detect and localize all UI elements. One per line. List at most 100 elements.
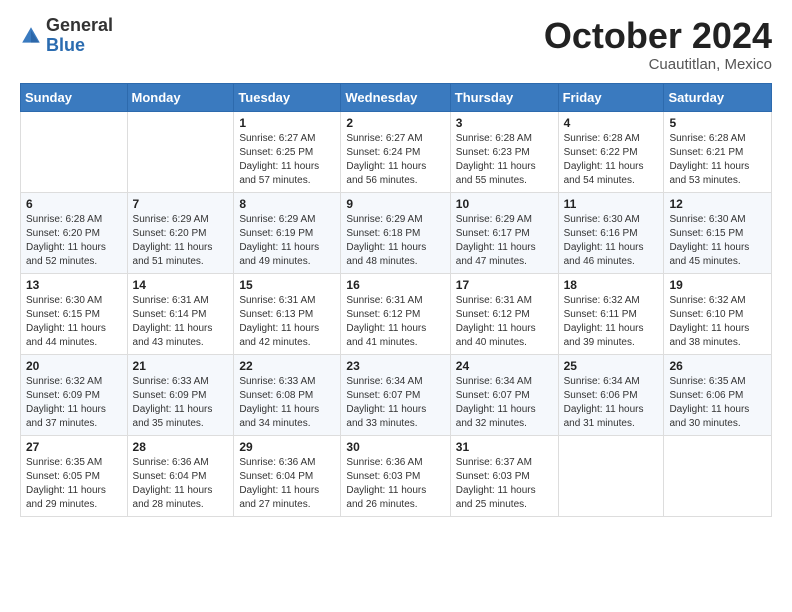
day-number: 28 [133, 440, 229, 454]
day-number: 20 [26, 359, 122, 373]
cell-info: Sunrise: 6:31 AMSunset: 6:14 PMDaylight:… [133, 295, 213, 348]
calendar-week-5: 27 Sunrise: 6:35 AMSunset: 6:05 PMDaylig… [21, 435, 772, 516]
logo-text: General Blue [46, 16, 113, 56]
day-number: 5 [669, 116, 766, 130]
header-sunday: Sunday [21, 83, 128, 111]
logo-icon [20, 25, 42, 47]
cell-info: Sunrise: 6:30 AMSunset: 6:16 PMDaylight:… [564, 214, 644, 267]
page: General Blue October 2024 Cuautitlan, Me… [0, 0, 792, 612]
calendar-cell: 31 Sunrise: 6:37 AMSunset: 6:03 PMDaylig… [450, 435, 558, 516]
logo-blue: Blue [46, 35, 85, 55]
title-month: October 2024 [544, 16, 772, 56]
calendar-week-4: 20 Sunrise: 6:32 AMSunset: 6:09 PMDaylig… [21, 354, 772, 435]
header-tuesday: Tuesday [234, 83, 341, 111]
day-number: 24 [456, 359, 553, 373]
logo-general: General [46, 15, 113, 35]
day-number: 4 [564, 116, 659, 130]
day-number: 10 [456, 197, 553, 211]
header-saturday: Saturday [664, 83, 772, 111]
cell-info: Sunrise: 6:36 AMSunset: 6:03 PMDaylight:… [346, 457, 426, 510]
day-number: 27 [26, 440, 122, 454]
calendar-cell: 7 Sunrise: 6:29 AMSunset: 6:20 PMDayligh… [127, 192, 234, 273]
day-number: 7 [133, 197, 229, 211]
cell-info: Sunrise: 6:36 AMSunset: 6:04 PMDaylight:… [239, 457, 319, 510]
calendar-cell: 26 Sunrise: 6:35 AMSunset: 6:06 PMDaylig… [664, 354, 772, 435]
calendar-cell: 25 Sunrise: 6:34 AMSunset: 6:06 PMDaylig… [558, 354, 664, 435]
cell-info: Sunrise: 6:32 AMSunset: 6:10 PMDaylight:… [669, 295, 749, 348]
calendar-cell: 6 Sunrise: 6:28 AMSunset: 6:20 PMDayligh… [21, 192, 128, 273]
day-number: 18 [564, 278, 659, 292]
cell-info: Sunrise: 6:29 AMSunset: 6:17 PMDaylight:… [456, 214, 536, 267]
cell-info: Sunrise: 6:27 AMSunset: 6:24 PMDaylight:… [346, 133, 426, 186]
header-wednesday: Wednesday [341, 83, 450, 111]
cell-info: Sunrise: 6:36 AMSunset: 6:04 PMDaylight:… [133, 457, 213, 510]
day-number: 2 [346, 116, 444, 130]
calendar-cell: 11 Sunrise: 6:30 AMSunset: 6:16 PMDaylig… [558, 192, 664, 273]
cell-info: Sunrise: 6:28 AMSunset: 6:23 PMDaylight:… [456, 133, 536, 186]
calendar-cell: 2 Sunrise: 6:27 AMSunset: 6:24 PMDayligh… [341, 111, 450, 192]
calendar-cell: 20 Sunrise: 6:32 AMSunset: 6:09 PMDaylig… [21, 354, 128, 435]
calendar-cell: 15 Sunrise: 6:31 AMSunset: 6:13 PMDaylig… [234, 273, 341, 354]
calendar-header-row: Sunday Monday Tuesday Wednesday Thursday… [21, 83, 772, 111]
calendar-cell: 12 Sunrise: 6:30 AMSunset: 6:15 PMDaylig… [664, 192, 772, 273]
cell-info: Sunrise: 6:31 AMSunset: 6:12 PMDaylight:… [346, 295, 426, 348]
calendar-cell: 16 Sunrise: 6:31 AMSunset: 6:12 PMDaylig… [341, 273, 450, 354]
calendar-cell [127, 111, 234, 192]
logo: General Blue [20, 16, 113, 56]
day-number: 16 [346, 278, 444, 292]
calendar-cell: 23 Sunrise: 6:34 AMSunset: 6:07 PMDaylig… [341, 354, 450, 435]
cell-info: Sunrise: 6:35 AMSunset: 6:05 PMDaylight:… [26, 457, 106, 510]
calendar-cell: 29 Sunrise: 6:36 AMSunset: 6:04 PMDaylig… [234, 435, 341, 516]
cell-info: Sunrise: 6:29 AMSunset: 6:19 PMDaylight:… [239, 214, 319, 267]
cell-info: Sunrise: 6:34 AMSunset: 6:06 PMDaylight:… [564, 376, 644, 429]
cell-info: Sunrise: 6:29 AMSunset: 6:20 PMDaylight:… [133, 214, 213, 267]
cell-info: Sunrise: 6:33 AMSunset: 6:09 PMDaylight:… [133, 376, 213, 429]
day-number: 11 [564, 197, 659, 211]
cell-info: Sunrise: 6:31 AMSunset: 6:12 PMDaylight:… [456, 295, 536, 348]
day-number: 26 [669, 359, 766, 373]
day-number: 23 [346, 359, 444, 373]
cell-info: Sunrise: 6:29 AMSunset: 6:18 PMDaylight:… [346, 214, 426, 267]
cell-info: Sunrise: 6:34 AMSunset: 6:07 PMDaylight:… [346, 376, 426, 429]
day-number: 8 [239, 197, 335, 211]
calendar-table: Sunday Monday Tuesday Wednesday Thursday… [20, 83, 772, 517]
header-monday: Monday [127, 83, 234, 111]
calendar-cell: 30 Sunrise: 6:36 AMSunset: 6:03 PMDaylig… [341, 435, 450, 516]
day-number: 13 [26, 278, 122, 292]
title-block: October 2024 Cuautitlan, Mexico [544, 16, 772, 73]
calendar-cell: 24 Sunrise: 6:34 AMSunset: 6:07 PMDaylig… [450, 354, 558, 435]
day-number: 1 [239, 116, 335, 130]
title-location: Cuautitlan, Mexico [544, 56, 772, 73]
cell-info: Sunrise: 6:31 AMSunset: 6:13 PMDaylight:… [239, 295, 319, 348]
day-number: 19 [669, 278, 766, 292]
day-number: 29 [239, 440, 335, 454]
calendar-cell: 18 Sunrise: 6:32 AMSunset: 6:11 PMDaylig… [558, 273, 664, 354]
calendar-cell: 8 Sunrise: 6:29 AMSunset: 6:19 PMDayligh… [234, 192, 341, 273]
cell-info: Sunrise: 6:30 AMSunset: 6:15 PMDaylight:… [669, 214, 749, 267]
day-number: 21 [133, 359, 229, 373]
cell-info: Sunrise: 6:27 AMSunset: 6:25 PMDaylight:… [239, 133, 319, 186]
day-number: 12 [669, 197, 766, 211]
calendar-week-2: 6 Sunrise: 6:28 AMSunset: 6:20 PMDayligh… [21, 192, 772, 273]
day-number: 17 [456, 278, 553, 292]
cell-info: Sunrise: 6:30 AMSunset: 6:15 PMDaylight:… [26, 295, 106, 348]
calendar-cell: 5 Sunrise: 6:28 AMSunset: 6:21 PMDayligh… [664, 111, 772, 192]
calendar-cell: 22 Sunrise: 6:33 AMSunset: 6:08 PMDaylig… [234, 354, 341, 435]
day-number: 3 [456, 116, 553, 130]
day-number: 6 [26, 197, 122, 211]
calendar-cell: 28 Sunrise: 6:36 AMSunset: 6:04 PMDaylig… [127, 435, 234, 516]
cell-info: Sunrise: 6:37 AMSunset: 6:03 PMDaylight:… [456, 457, 536, 510]
header-friday: Friday [558, 83, 664, 111]
header-thursday: Thursday [450, 83, 558, 111]
calendar-cell: 4 Sunrise: 6:28 AMSunset: 6:22 PMDayligh… [558, 111, 664, 192]
day-number: 22 [239, 359, 335, 373]
cell-info: Sunrise: 6:32 AMSunset: 6:09 PMDaylight:… [26, 376, 106, 429]
calendar-cell [21, 111, 128, 192]
calendar-cell: 19 Sunrise: 6:32 AMSunset: 6:10 PMDaylig… [664, 273, 772, 354]
calendar-cell: 10 Sunrise: 6:29 AMSunset: 6:17 PMDaylig… [450, 192, 558, 273]
cell-info: Sunrise: 6:28 AMSunset: 6:20 PMDaylight:… [26, 214, 106, 267]
calendar-cell: 3 Sunrise: 6:28 AMSunset: 6:23 PMDayligh… [450, 111, 558, 192]
calendar-cell: 9 Sunrise: 6:29 AMSunset: 6:18 PMDayligh… [341, 192, 450, 273]
cell-info: Sunrise: 6:28 AMSunset: 6:22 PMDaylight:… [564, 133, 644, 186]
calendar-cell: 14 Sunrise: 6:31 AMSunset: 6:14 PMDaylig… [127, 273, 234, 354]
